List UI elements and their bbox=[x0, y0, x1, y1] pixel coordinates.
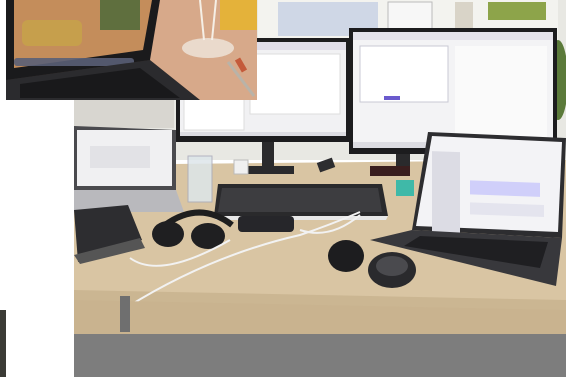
bottom-band bbox=[74, 334, 566, 377]
usb-hub bbox=[238, 216, 294, 232]
mouse-1 bbox=[328, 240, 364, 272]
photo-collage bbox=[0, 0, 566, 377]
cup bbox=[233, 159, 249, 175]
glass bbox=[187, 155, 213, 203]
wall-picture bbox=[488, 2, 546, 20]
inset-photo bbox=[6, 0, 257, 100]
keyboard bbox=[214, 184, 388, 220]
laptop-left bbox=[74, 126, 184, 212]
left-edge-strip bbox=[0, 310, 6, 377]
